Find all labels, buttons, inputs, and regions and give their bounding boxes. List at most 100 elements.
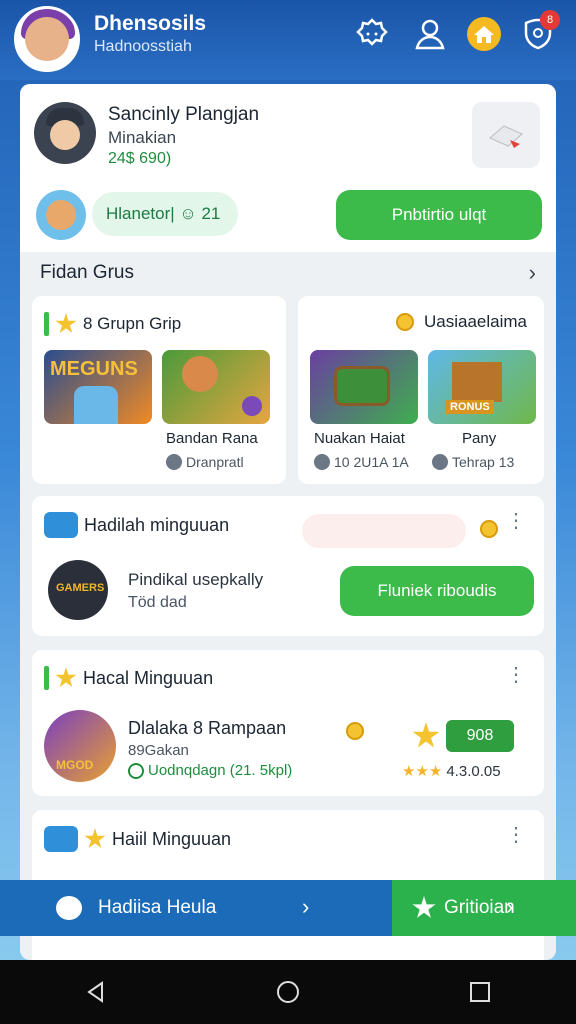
section-header[interactable]: Fidan Grus › [20,254,556,292]
more-options-icon[interactable]: ⋮ [506,665,526,685]
claim-reward-button[interactable]: Fluniek riboudis [340,566,534,616]
weekly-reward-card: Hadilah minguuan ⋮ GAMERS Pindikal usepk… [32,496,544,636]
notifications-icon[interactable]: 8 [518,10,560,54]
main-panel: Sancinly Plangjan Minakian 24$ 690) Hlan… [20,84,556,960]
accent-bar [44,312,49,336]
notification-badge: 8 [540,10,560,30]
chat-icon [44,826,78,852]
clock-icon [314,454,330,470]
chevron-right-icon: › [528,260,536,285]
profile-icon[interactable] [410,14,450,54]
rating-stars-icon: ★★★ [402,763,443,780]
game-group-title-text: 8 Grupn Grip [83,314,182,333]
profile-avatar-face [50,120,80,150]
more-options-icon[interactable]: ⋮ [506,825,526,845]
bottom-right-action[interactable]: Gritioian › [392,880,576,936]
chat-icon [56,896,82,920]
weekly-reward-header: Hadilah minguuan [44,512,229,538]
game-label: Bandan Rana [166,430,258,447]
progress-track [302,514,466,548]
game-thumbnail[interactable]: MEGUNS [44,350,152,424]
building-figure [452,362,502,402]
coin-icon [242,396,262,416]
weekly-bottom-header: Haiil Minguuan [44,826,231,852]
game-stat: Tehrap 13 [432,454,514,470]
gift-button[interactable] [472,102,540,168]
profile-avatar[interactable] [34,102,96,164]
star-icon [412,722,440,748]
app-title: Dhensosils [94,12,207,35]
weekly-list-header: Hacal Minguuan [44,666,213,690]
game-stat: 10 2U1A 1A [314,454,409,470]
chat-icon [44,512,78,538]
user-avatar[interactable] [14,6,80,72]
game-stat: Dranpratl [166,454,244,470]
friend-avatar[interactable] [36,190,86,240]
item-status-text: Uodnqdagn (21. 5kpl) [148,762,293,779]
recents-icon[interactable] [460,972,500,1012]
game-stat-text: 10 2U1A 1A [334,454,409,470]
app-subtitle: Hadnoosstiah [94,38,192,55]
chevron-right-icon: › [302,894,310,919]
home-icon[interactable] [464,14,504,54]
profile-amount: 24$ 690) [108,150,172,167]
game-stat-text: Dranpratl [186,454,244,470]
gear-icon [432,454,448,470]
game-thumbnail[interactable] [310,350,418,424]
game-group-title[interactable]: 8 Grupn Grip [44,312,181,336]
weekly-list-title: Hacal Minguuan [83,667,214,688]
clock-icon [166,454,182,470]
character-figure [182,356,218,392]
bottom-right-label: Gritioian [444,897,515,918]
game-group-title-text: Uasiaaelaima [424,312,527,331]
avatar-face [25,17,69,61]
reward-text: Pindikal usepkally [128,570,264,589]
status-pill[interactable]: Hlanetor| ☺ 21 [92,192,238,236]
bottom-left-label: Hadiisa Heula [98,897,217,918]
bottom-left-action[interactable]: Hadiisa Heula › [0,880,400,936]
profile-role: Minakian [108,128,177,147]
more-options-icon[interactable]: ⋮ [506,511,526,531]
thumbnail-title: GAMERS [56,582,105,594]
back-icon[interactable] [76,972,116,1012]
accent-bar [44,666,49,690]
item-status: Uodnqdagn (21. 5kpl) [128,762,292,779]
reward-thumbnail[interactable]: GAMERS [48,560,108,620]
weekly-reward-title: Hadilah minguuan [84,514,230,535]
star-icon [55,313,77,334]
item-name: Dlalaka 8 Rampaan [128,718,287,738]
board-figure [334,366,390,406]
thumbnail-title: MGOD [56,758,94,772]
weekly-bottom-title: Haiil Minguuan [112,828,232,849]
friend-avatar-face [46,200,76,230]
game-group-title[interactable]: Uasiaaelaima [392,312,527,332]
reward-subtext: Töd dad [128,594,187,611]
game-thumbnail[interactable] [162,350,270,424]
game-group-card: Uasiaaelaima RONUS Nuakan Haiat Pany 10 … [298,296,544,484]
star-icon [84,828,106,849]
app-header: Dhensosils Hadnoosstiah 8 [0,0,576,80]
item-sub: 89Gakan [128,742,189,759]
weekly-list-card: Hacal Minguuan ⋮ MGOD Dlalaka 8 Rampaan … [32,650,544,796]
game-thumbnail[interactable]: RONUS [428,350,536,424]
star-icon [55,667,77,688]
game-group-card: 8 Grupn Grip MEGUNS Bandan Rana Dranprat… [32,296,286,484]
primary-action-button[interactable]: Pnbtirtio ulqt [336,190,542,240]
profile-name: Sancinly Plangjan [108,104,260,125]
cloud-settings-icon[interactable] [352,14,392,54]
system-nav-bar [0,960,576,1024]
price-tag[interactable]: 908 [446,720,514,752]
thumbnail-title: RONUS [446,400,494,414]
chevron-right-icon: › [506,894,514,919]
item-thumbnail[interactable]: MGOD [44,710,116,782]
coin-icon [346,722,364,740]
item-rating: ★★★ 4.3.0.05 [402,762,501,781]
gift-icon [489,125,523,148]
game-label: Pany [462,430,497,447]
character-figure [74,386,118,424]
section-title: Fidan Grus [40,262,134,283]
item-rating-text: 4.3.0.05 [446,762,501,780]
game-label: Nuakan Haiat [314,430,405,447]
home-nav-icon[interactable] [268,972,308,1012]
check-icon [128,762,144,779]
